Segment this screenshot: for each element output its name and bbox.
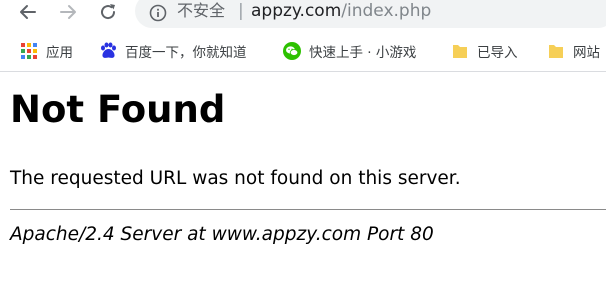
arrow-right-icon [60, 5, 76, 19]
address-separator: | [238, 1, 244, 21]
error-message: The requested URL was not found on this … [10, 168, 461, 189]
back-button[interactable] [16, 0, 40, 24]
bookmark-label: 百度一下，你就知道 [125, 45, 247, 61]
wechat-icon [283, 42, 301, 60]
address-bar[interactable]: 不安全 | appzy.com/index.php [135, 0, 606, 28]
bookmark-folder-sites[interactable]: 网站 [547, 41, 600, 61]
bookmark-label: 网站 [573, 45, 600, 61]
url-host: appzy.com [251, 1, 342, 21]
arrow-left-icon [20, 5, 36, 19]
bookmark-apps[interactable]: 应用 [20, 41, 73, 61]
security-label[interactable]: 不安全 [177, 0, 225, 22]
bookmark-quickstart-games[interactable]: 快速上手 · 小游戏 [283, 41, 416, 61]
bookmark-label: 已导入 [477, 45, 518, 61]
page-title: Not Found [10, 88, 226, 131]
apps-grid-icon [21, 43, 37, 59]
bookmarks-bar: 应用 百度一下，你就知道 快速上手 · 小游戏 已导入 网站 [0, 31, 606, 72]
folder-icon [453, 45, 467, 58]
bookmark-baidu[interactable]: 百度一下，你就知道 [99, 41, 247, 61]
forward-button[interactable] [56, 0, 80, 24]
url-text[interactable]: appzy.com/index.php [251, 0, 431, 22]
horizontal-rule [10, 209, 606, 210]
server-signature: Apache/2.4 Server at www.appzy.com Port … [10, 224, 434, 245]
browser-toolbar: 不安全 | appzy.com/index.php [0, 0, 606, 30]
bookmark-label: 应用 [46, 45, 73, 61]
reload-button[interactable] [96, 0, 120, 24]
url-path: /index.php [341, 1, 432, 21]
info-icon[interactable] [149, 4, 167, 22]
baidu-paw-icon [101, 42, 116, 58]
reload-icon [101, 4, 116, 20]
folder-icon [549, 45, 563, 58]
bookmark-label: 快速上手 · 小游戏 [309, 45, 417, 61]
bookmark-folder-imported[interactable]: 已导入 [451, 41, 518, 61]
